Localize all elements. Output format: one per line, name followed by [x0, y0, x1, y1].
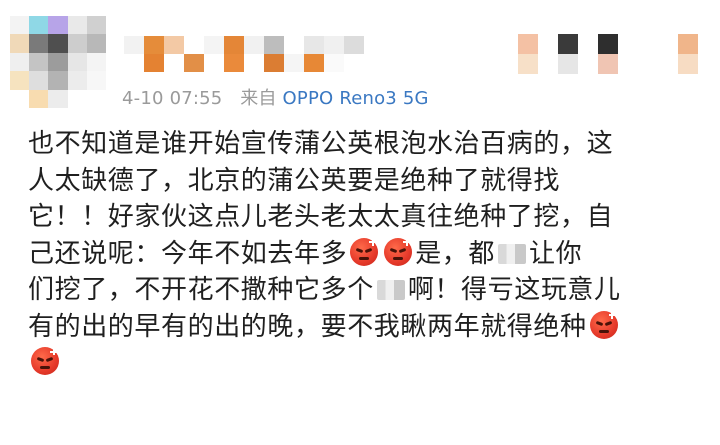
- badge-mosaic-cell: [598, 34, 618, 54]
- redacted-mosaic: [376, 280, 405, 300]
- username-mosaic-cell: [284, 36, 304, 54]
- username-mosaic-cell: [124, 54, 144, 72]
- avatar-mosaic-cell: [67, 34, 87, 53]
- avatar-mosaic-cell: [86, 89, 106, 108]
- username-mosaic-cell: [284, 54, 304, 72]
- post-text-segment: 让你: [529, 238, 583, 269]
- avatar-mosaic-cell: [10, 34, 30, 53]
- username-mosaic-cell: [324, 36, 344, 54]
- post-text-segment: 们挖了，不开花不撒种它多个: [28, 275, 374, 305]
- avatar-mosaic-cell: [67, 71, 87, 90]
- avatar-mosaic-cell: [29, 52, 49, 72]
- via-prefix: 来自: [240, 88, 277, 109]
- badge-mosaic-cell: [638, 54, 658, 74]
- username-mosaic-cell: [144, 36, 164, 54]
- avatar-mosaic-cell: [67, 52, 87, 72]
- username-mosaic-cell: [204, 36, 224, 54]
- badge-mosaic-cell: [578, 54, 598, 74]
- badge-mosaic-cell: [498, 54, 518, 74]
- badge-mosaic-cell: [538, 54, 558, 74]
- username-mosaic-cell: [264, 54, 284, 72]
- post-meta: 4-10 07:55 来自 OPPO Reno3 5G: [122, 84, 429, 110]
- username-mosaic-cell: [204, 54, 224, 72]
- post-text-line: 己还说呢：今年不如去年多 是，都 让你: [28, 236, 708, 273]
- post-text-segment: 啊！得亏这玩意儿: [407, 275, 621, 305]
- username-mosaic-cell: [244, 36, 264, 54]
- post-text-segment: 也不知道是谁开始宣传蒲公英根泡水治百病的，这: [28, 129, 614, 159]
- badge-mosaic-cell: [658, 54, 678, 74]
- username-mosaic-cell: [184, 36, 204, 54]
- badge-mosaic-cell: [558, 54, 578, 74]
- badge-mosaic: [498, 34, 698, 74]
- avatar-mosaic-cell: [10, 89, 30, 108]
- username-mosaic-cell: [324, 54, 344, 72]
- badge-mosaic-cell: [518, 54, 538, 74]
- redacted-mosaic: [498, 243, 527, 264]
- avatar-mosaic-cell: [86, 34, 106, 53]
- username-mosaic-cell: [184, 54, 204, 72]
- angry-emoji-icon: [589, 310, 618, 339]
- post-text-line: 它！！好家伙这点儿老头老太太真往绝种了挖，自: [28, 199, 708, 236]
- post-text-line: 也不知道是谁开始宣传蒲公英根泡水治百病的，这: [28, 126, 708, 163]
- username-mosaic[interactable]: [124, 36, 364, 72]
- post-text-segment: 是，都: [415, 238, 496, 269]
- username-mosaic-cell: [224, 36, 244, 54]
- post-text-line: 有的出的早有的出的晚，要不我瞅两年就得绝种: [28, 309, 708, 346]
- avatar-mosaic-cell: [86, 16, 106, 35]
- username-mosaic-cell: [124, 36, 144, 54]
- badge-mosaic-cell: [638, 34, 658, 54]
- badge-mosaic-cell: [598, 54, 618, 74]
- post-text-segment: 己还说呢：今年不如去年多: [28, 238, 348, 269]
- username-mosaic-cell: [344, 36, 364, 54]
- avatar-mosaic-cell: [48, 71, 68, 90]
- angry-emoji-icon: [31, 347, 59, 375]
- avatar-mosaic-cell: [48, 89, 68, 108]
- post-content: 也不知道是谁开始宣传蒲公英根泡水治百病的，这 人太缺德了，北京的蒲公英要是绝种了就…: [28, 126, 708, 382]
- post-text-line: 们挖了，不开花不撒种它多个 啊！得亏这玩意儿: [28, 272, 708, 309]
- avatar-mosaic-cell: [10, 52, 30, 72]
- avatar-mosaic-cell: [10, 71, 30, 90]
- badge-mosaic-cell: [658, 34, 678, 54]
- badge-mosaic-cell: [538, 34, 558, 54]
- post-text-segment: 人太缺德了，北京的蒲公英要是绝种了就得找: [28, 165, 561, 196]
- device-source-link[interactable]: OPPO Reno3 5G: [283, 88, 429, 109]
- post-text-line: 人太缺德了，北京的蒲公英要是绝种了就得找: [28, 163, 708, 200]
- avatar-mosaic-cell: [86, 52, 106, 72]
- angry-emoji-icon: [384, 237, 413, 266]
- avatar-mosaic-cell: [48, 34, 68, 53]
- badge-mosaic-cell: [618, 54, 638, 74]
- username-mosaic-cell: [344, 54, 364, 72]
- badge-mosaic-cell: [618, 34, 638, 54]
- badge-mosaic-cell: [558, 34, 578, 54]
- badge-mosaic-cell: [578, 34, 598, 54]
- avatar-mosaic-cell: [10, 16, 30, 35]
- badge-mosaic-cell: [678, 54, 698, 74]
- username-mosaic-cell: [264, 36, 284, 54]
- post-timestamp: 4-10 07:55: [122, 88, 223, 109]
- avatar-mosaic-cell: [48, 16, 68, 35]
- avatar-mosaic-cell: [67, 89, 87, 108]
- username-mosaic-cell: [224, 54, 244, 72]
- avatar-mosaic-cell: [86, 71, 106, 90]
- post-text-line: [28, 345, 708, 382]
- avatar-mosaic-cell: [29, 16, 49, 35]
- username-mosaic-cell: [304, 54, 324, 72]
- avatar[interactable]: [10, 16, 106, 108]
- angry-emoji-icon: [350, 237, 379, 266]
- avatar-mosaic-cell: [48, 52, 68, 72]
- post-text-segment: 它！！好家伙这点儿老头老太太真往绝种了挖，自: [28, 202, 614, 232]
- username-mosaic-cell: [144, 54, 164, 72]
- badge-mosaic-cell: [678, 34, 698, 54]
- username-mosaic-cell: [244, 54, 264, 72]
- avatar-mosaic-cell: [29, 71, 49, 90]
- badge-mosaic-cell: [518, 34, 538, 54]
- avatar-mosaic-cell: [29, 89, 49, 108]
- badge-mosaic-cell: [498, 34, 518, 54]
- username-mosaic-cell: [164, 54, 184, 72]
- username-mosaic-cell: [164, 36, 184, 54]
- username-mosaic-cell: [304, 36, 324, 54]
- post-text-segment: 有的出的早有的出的晚，要不我瞅两年就得绝种: [28, 311, 587, 342]
- avatar-mosaic-cell: [67, 16, 87, 35]
- avatar-mosaic-cell: [29, 34, 49, 53]
